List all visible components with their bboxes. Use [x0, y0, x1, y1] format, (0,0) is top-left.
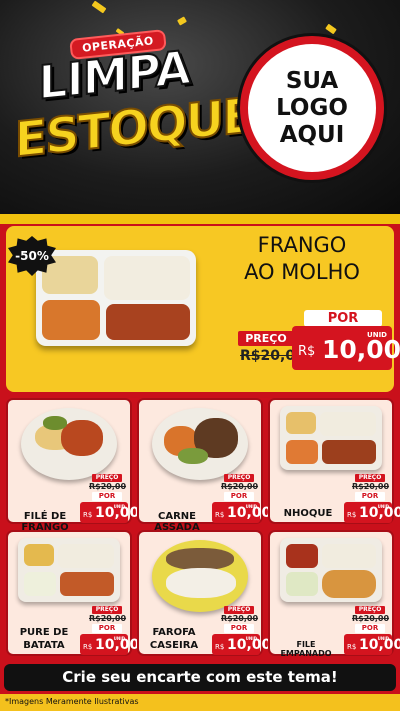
food-image — [21, 408, 117, 480]
price-currency: R$ — [298, 344, 316, 359]
price-tag: R$ 10,00 UNID — [344, 502, 400, 523]
price-value: 10,00 — [322, 335, 400, 364]
por-label: POR — [224, 624, 254, 633]
price-unit: UNID — [367, 331, 387, 339]
product-name-line: PURE DE — [19, 627, 69, 638]
create-flyer-button[interactable]: Crie seu encarte com este tema! — [4, 664, 396, 691]
price-unit: UNID — [377, 636, 389, 641]
preco-label: PREÇO — [92, 606, 122, 614]
price-tag: R$ 10,00 UNID — [80, 502, 139, 523]
price-currency: R$ — [215, 643, 225, 651]
board-top-stripe — [0, 214, 400, 224]
logo-text-line: LOGO — [276, 94, 348, 121]
preco-label: PREÇO — [355, 474, 385, 482]
disclaimer-text: *Imagens Meramente Ilustrativas — [5, 697, 139, 706]
product-name-line: CASEIRA — [149, 640, 199, 651]
product-name: PURE DE BATATA — [12, 626, 76, 652]
product-name: FAROFA CASEIRA — [142, 626, 206, 652]
product-name: FILE EMPANADO — [280, 640, 332, 658]
confetti-decoration — [91, 0, 107, 14]
price-currency: R$ — [215, 511, 225, 519]
featured-title-line1: FRANGO — [257, 233, 347, 257]
featured-preco-label: PREÇO — [238, 331, 294, 346]
food-image — [280, 406, 382, 470]
food-image — [280, 538, 382, 602]
featured-title: FRANGO AO MOLHO — [214, 232, 390, 286]
old-price: R$20,00 — [352, 482, 390, 491]
price-currency: R$ — [83, 643, 93, 651]
featured-por-label: POR — [304, 310, 382, 327]
old-price: R$20,00 — [221, 482, 259, 491]
preco-label: PREÇO — [224, 606, 254, 614]
por-label: POR — [355, 624, 385, 633]
old-price: R$20,00 — [221, 614, 259, 623]
price-unit: UNID — [113, 504, 125, 509]
por-label: POR — [92, 624, 122, 633]
price-unit: UNID — [377, 504, 389, 509]
old-price: R$20,00 — [352, 614, 390, 623]
price-currency: R$ — [347, 643, 357, 651]
price-unit: UNID — [245, 636, 257, 641]
product-name: NHOQUE — [283, 508, 333, 519]
logo-placeholder: SUA LOGO AQUI — [240, 36, 384, 180]
preco-label: PREÇO — [92, 474, 122, 482]
por-label: POR — [224, 492, 254, 501]
price-tag: R$ 10,00 UNID — [344, 634, 400, 655]
old-price: R$20,00 — [89, 614, 127, 623]
preco-label: PREÇO — [355, 606, 385, 614]
logo-text-line: SUA — [285, 67, 339, 94]
price-unit: UNID — [113, 636, 125, 641]
price-currency: R$ — [83, 511, 93, 519]
food-image — [152, 540, 248, 612]
price-tag: R$ 10,00 UNID — [212, 502, 271, 523]
por-label: POR — [355, 492, 385, 501]
old-price: R$20,00 — [89, 482, 127, 491]
product-name-line: FAROFA — [152, 627, 196, 638]
por-label: POR — [92, 492, 122, 501]
preco-label: PREÇO — [224, 474, 254, 482]
product-name-line: BATATA — [23, 640, 65, 651]
confetti-decoration — [325, 23, 337, 35]
price-currency: R$ — [347, 511, 357, 519]
featured-title-line2: AO MOLHO — [244, 260, 360, 284]
food-image — [152, 408, 248, 480]
promo-header: OPERAÇÃO LIMPA ESTOQUE SUA LOGO AQUI — [0, 0, 400, 214]
price-unit: UNID — [245, 504, 257, 509]
food-image — [18, 538, 120, 602]
price-tag: R$ 10,00 UNID — [212, 634, 271, 655]
confetti-decoration — [177, 16, 187, 26]
featured-price-tag: R$ 10,00 UNID — [292, 326, 400, 370]
logo-text-line: AQUI — [279, 121, 345, 148]
featured-food-image — [36, 250, 196, 346]
price-tag: R$ 10,00 UNID — [80, 634, 139, 655]
